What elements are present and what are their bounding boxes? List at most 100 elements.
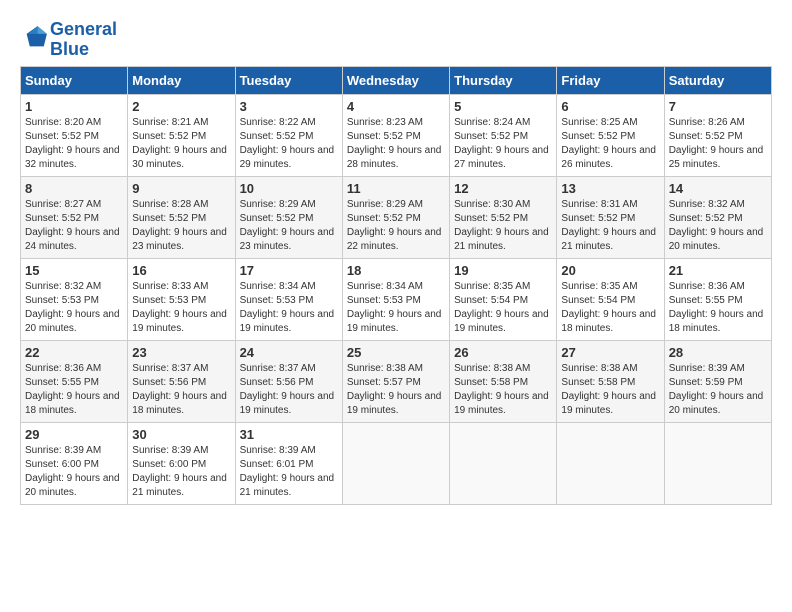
col-header-monday: Monday <box>128 66 235 94</box>
day-info: Daylight: 9 hours and 20 minutes. <box>25 472 123 500</box>
day-info: Daylight: 9 hours and 20 minutes. <box>25 308 123 336</box>
day-info: Sunrise: 8:39 AM <box>240 444 338 458</box>
day-info: Daylight: 9 hours and 32 minutes. <box>25 144 123 172</box>
calendar-week-row: 15Sunrise: 8:32 AMSunset: 5:53 PMDayligh… <box>21 258 772 340</box>
day-info: Sunset: 5:52 PM <box>240 130 338 144</box>
day-info: Sunrise: 8:38 AM <box>561 362 659 376</box>
day-info: Sunset: 5:56 PM <box>240 376 338 390</box>
day-info: Daylight: 9 hours and 21 minutes. <box>240 472 338 500</box>
day-info: Daylight: 9 hours and 18 minutes. <box>25 390 123 418</box>
day-info: Sunrise: 8:32 AM <box>25 280 123 294</box>
day-number: 6 <box>561 99 659 114</box>
day-info: Sunset: 5:53 PM <box>240 294 338 308</box>
calendar-cell: 22Sunrise: 8:36 AMSunset: 5:55 PMDayligh… <box>21 340 128 422</box>
day-info: Sunset: 5:55 PM <box>25 376 123 390</box>
day-info: Sunrise: 8:37 AM <box>132 362 230 376</box>
day-info: Sunset: 5:52 PM <box>132 130 230 144</box>
day-info: Daylight: 9 hours and 19 minutes. <box>347 390 445 418</box>
day-number: 10 <box>240 181 338 196</box>
day-info: Daylight: 9 hours and 19 minutes. <box>240 308 338 336</box>
day-info: Daylight: 9 hours and 18 minutes. <box>669 308 767 336</box>
calendar-cell: 24Sunrise: 8:37 AMSunset: 5:56 PMDayligh… <box>235 340 342 422</box>
day-info: Sunset: 5:52 PM <box>25 212 123 226</box>
day-info: Sunset: 6:00 PM <box>132 458 230 472</box>
day-info: Sunset: 5:53 PM <box>347 294 445 308</box>
calendar-cell <box>450 422 557 504</box>
calendar-cell: 30Sunrise: 8:39 AMSunset: 6:00 PMDayligh… <box>128 422 235 504</box>
col-header-wednesday: Wednesday <box>342 66 449 94</box>
day-info: Daylight: 9 hours and 19 minutes. <box>240 390 338 418</box>
day-info: Sunset: 6:01 PM <box>240 458 338 472</box>
day-info: Daylight: 9 hours and 23 minutes. <box>132 226 230 254</box>
day-number: 25 <box>347 345 445 360</box>
calendar-cell: 27Sunrise: 8:38 AMSunset: 5:58 PMDayligh… <box>557 340 664 422</box>
day-number: 11 <box>347 181 445 196</box>
calendar-week-row: 8Sunrise: 8:27 AMSunset: 5:52 PMDaylight… <box>21 176 772 258</box>
day-info: Daylight: 9 hours and 19 minutes. <box>454 308 552 336</box>
day-info: Daylight: 9 hours and 22 minutes. <box>347 226 445 254</box>
day-info: Daylight: 9 hours and 18 minutes. <box>561 308 659 336</box>
logo-blue: Blue <box>50 40 117 60</box>
day-info: Sunset: 5:59 PM <box>669 376 767 390</box>
day-number: 8 <box>25 181 123 196</box>
logo: General Blue <box>20 20 117 60</box>
day-info: Sunset: 5:57 PM <box>347 376 445 390</box>
day-info: Daylight: 9 hours and 24 minutes. <box>25 226 123 254</box>
day-info: Sunrise: 8:38 AM <box>454 362 552 376</box>
calendar-cell: 10Sunrise: 8:29 AMSunset: 5:52 PMDayligh… <box>235 176 342 258</box>
day-info: Daylight: 9 hours and 21 minutes. <box>561 226 659 254</box>
day-info: Sunset: 5:52 PM <box>25 130 123 144</box>
col-header-tuesday: Tuesday <box>235 66 342 94</box>
day-info: Daylight: 9 hours and 19 minutes. <box>132 308 230 336</box>
day-info: Sunrise: 8:25 AM <box>561 116 659 130</box>
day-info: Daylight: 9 hours and 18 minutes. <box>132 390 230 418</box>
col-header-friday: Friday <box>557 66 664 94</box>
day-number: 28 <box>669 345 767 360</box>
day-info: Sunrise: 8:35 AM <box>561 280 659 294</box>
calendar-cell: 28 Sunrise: 8:39 AMSunset: 5:59 PMDayligh… <box>664 340 771 422</box>
day-info: Sunset: 5:52 PM <box>240 212 338 226</box>
day-info: Sunrise: 8:29 AM <box>240 198 338 212</box>
day-number: 20 <box>561 263 659 278</box>
day-info: Sunrise: 8:39 AM <box>25 444 123 458</box>
calendar-cell: 20Sunrise: 8:35 AMSunset: 5:54 PMDayligh… <box>557 258 664 340</box>
day-info: Sunrise: 8:26 AM <box>669 116 767 130</box>
calendar-cell: 18 Sunrise: 8:34 AMSunset: 5:53 PMDayligh… <box>342 258 449 340</box>
day-info: Sunset: 5:58 PM <box>561 376 659 390</box>
day-info: Daylight: 9 hours and 25 minutes. <box>669 144 767 172</box>
calendar-cell: 3Sunrise: 8:22 AMSunset: 5:52 PMDaylight… <box>235 94 342 176</box>
calendar-cell: 5Sunrise: 8:24 AMSunset: 5:52 PMDaylight… <box>450 94 557 176</box>
calendar-cell: 25Sunrise: 8:38 AMSunset: 5:57 PMDayligh… <box>342 340 449 422</box>
day-info: Sunset: 5:53 PM <box>132 294 230 308</box>
day-number: 29 <box>25 427 123 442</box>
day-number: 13 <box>561 181 659 196</box>
day-number: 14 <box>669 181 767 196</box>
day-info: Sunset: 5:58 PM <box>454 376 552 390</box>
day-info: Daylight: 9 hours and 19 minutes. <box>454 390 552 418</box>
day-info: Daylight: 9 hours and 29 minutes. <box>240 144 338 172</box>
day-number: 9 <box>132 181 230 196</box>
day-info: Sunrise: 8:39 AM <box>669 362 767 376</box>
day-number: 12 <box>454 181 552 196</box>
day-info: Sunrise: 8:34 AM <box>240 280 338 294</box>
day-info: Sunrise: 8:34 AM <box>347 280 445 294</box>
calendar-cell <box>664 422 771 504</box>
day-info: Sunrise: 8:28 AM <box>132 198 230 212</box>
day-number: 3 <box>240 99 338 114</box>
day-info: Sunset: 5:52 PM <box>347 212 445 226</box>
calendar-week-row: 1Sunrise: 8:20 AMSunset: 5:52 PMDaylight… <box>21 94 772 176</box>
day-info: Daylight: 9 hours and 21 minutes. <box>454 226 552 254</box>
day-info: Sunrise: 8:35 AM <box>454 280 552 294</box>
day-info: Sunrise: 8:36 AM <box>669 280 767 294</box>
day-number: 19 <box>454 263 552 278</box>
day-number: 18 <box>347 263 445 278</box>
day-number: 7 <box>669 99 767 114</box>
calendar-cell: 1Sunrise: 8:20 AMSunset: 5:52 PMDaylight… <box>21 94 128 176</box>
day-number: 5 <box>454 99 552 114</box>
day-info: Sunrise: 8:31 AM <box>561 198 659 212</box>
day-info: Daylight: 9 hours and 19 minutes. <box>347 308 445 336</box>
day-info: Daylight: 9 hours and 20 minutes. <box>669 390 767 418</box>
day-info: Sunrise: 8:20 AM <box>25 116 123 130</box>
day-number: 23 <box>132 345 230 360</box>
calendar-cell: 29Sunrise: 8:39 AMSunset: 6:00 PMDayligh… <box>21 422 128 504</box>
